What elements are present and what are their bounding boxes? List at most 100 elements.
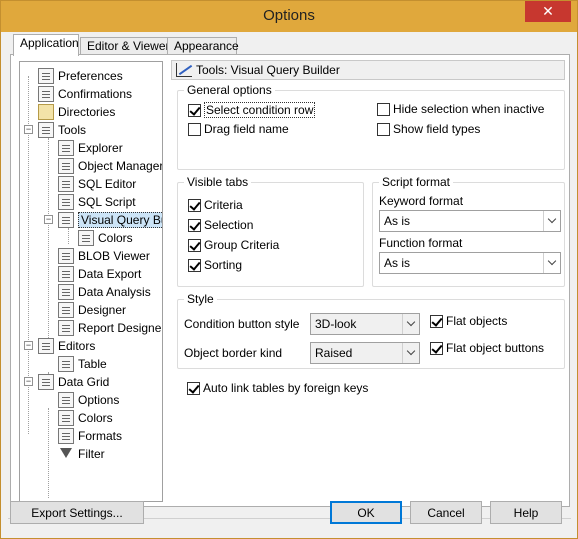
close-button[interactable]: ✕ bbox=[525, 1, 571, 22]
function-format-select[interactable]: As is bbox=[379, 252, 561, 274]
chevron-down-icon bbox=[543, 211, 560, 231]
tree-item-label: Colors bbox=[78, 411, 113, 425]
tree-item-confirmations[interactable]: Confirmations bbox=[38, 85, 132, 103]
tree-item-preferences[interactable]: Preferences bbox=[38, 67, 123, 85]
checkbox-label: Hide selection when inactive bbox=[393, 102, 545, 116]
select-value: As is bbox=[384, 214, 411, 228]
panel-header: Tools: Visual Query Builder bbox=[171, 60, 565, 80]
options-window: Options ✕ Application Editor & Viewers A… bbox=[0, 0, 578, 539]
style-group: Style Condition button style 3D-look Obj… bbox=[177, 292, 565, 369]
tree-item-label: Directories bbox=[58, 105, 116, 119]
condition-button-style-select[interactable]: 3D-look bbox=[310, 313, 420, 335]
checkbox-box bbox=[188, 122, 201, 136]
options-tree[interactable]: Preferences Confirmations Directories − … bbox=[19, 61, 163, 502]
export-settings-button[interactable]: Export Settings... bbox=[10, 501, 144, 524]
checkbox-label: Flat object buttons bbox=[446, 341, 545, 355]
tab-panel: Preferences Confirmations Directories − … bbox=[10, 54, 570, 507]
tree-item-label: Filter bbox=[78, 447, 105, 461]
checkbox-label: Drag field name bbox=[204, 122, 289, 136]
options-icon bbox=[58, 392, 74, 408]
blob-viewer-icon bbox=[58, 248, 74, 264]
tab-application[interactable]: Application bbox=[13, 34, 79, 56]
editors-expander[interactable]: − bbox=[24, 341, 33, 350]
tree-item-formats[interactable]: Formats bbox=[58, 427, 122, 445]
tree-item-grid-colors[interactable]: Colors bbox=[58, 409, 113, 427]
checkbox-box bbox=[430, 341, 443, 355]
script-format-title: Script format bbox=[379, 175, 454, 189]
select-value: 3D-look bbox=[315, 317, 357, 331]
cancel-button[interactable]: Cancel bbox=[410, 501, 482, 524]
help-button[interactable]: Help bbox=[490, 501, 562, 524]
tree-item-label: Visual Query Buil bbox=[78, 212, 162, 228]
checkbox-box bbox=[188, 258, 201, 272]
selection-checkbox[interactable]: Selection bbox=[188, 218, 253, 232]
criteria-checkbox[interactable]: Criteria bbox=[188, 198, 243, 212]
tree-item-tools[interactable]: Tools bbox=[38, 121, 86, 139]
tree-item-label: Tools bbox=[58, 123, 87, 137]
tools-icon bbox=[38, 122, 54, 138]
filter-icon bbox=[58, 446, 74, 462]
ok-button[interactable]: OK bbox=[330, 501, 402, 524]
tree-item-data-analysis[interactable]: Data Analysis bbox=[58, 283, 151, 301]
hide-selection-checkbox[interactable]: Hide selection when inactive bbox=[377, 102, 544, 116]
tree-item-label: Colors bbox=[98, 231, 133, 245]
title-bar: Options ✕ bbox=[1, 1, 577, 32]
sql-script-icon bbox=[58, 194, 74, 210]
sorting-checkbox[interactable]: Sorting bbox=[188, 258, 242, 272]
tree-item-sql-script[interactable]: SQL Script bbox=[58, 193, 136, 211]
script-format-group: Script format Keyword format As is Funct… bbox=[372, 175, 565, 287]
keyword-format-select[interactable]: As is bbox=[379, 210, 561, 232]
auto-link-tables-checkbox[interactable]: Auto link tables by foreign keys bbox=[187, 381, 368, 395]
tab-appearance[interactable]: Appearance bbox=[167, 37, 239, 55]
tree-item-table[interactable]: Table bbox=[58, 355, 107, 373]
checkbox-label: Auto link tables by foreign keys bbox=[203, 381, 369, 395]
checkbox-box bbox=[188, 103, 201, 117]
tab-editor-viewers[interactable]: Editor & Viewers bbox=[80, 37, 175, 55]
tree-item-sql-editor[interactable]: SQL Editor bbox=[58, 175, 136, 193]
drag-field-name-checkbox[interactable]: Drag field name bbox=[188, 122, 289, 136]
select-value: As is bbox=[384, 256, 411, 270]
tree-item-visual-query-builder[interactable]: Visual Query Buil bbox=[58, 211, 162, 229]
tree-item-directories[interactable]: Directories bbox=[38, 103, 115, 121]
show-field-types-checkbox[interactable]: Show field types bbox=[377, 122, 480, 136]
colors-icon bbox=[78, 230, 94, 246]
tools-expander[interactable]: − bbox=[24, 125, 33, 134]
checkbox-box bbox=[188, 218, 201, 232]
tree-item-filter[interactable]: Filter bbox=[58, 445, 105, 463]
preferences-icon bbox=[38, 68, 54, 84]
explorer-icon bbox=[58, 140, 74, 156]
chevron-down-icon bbox=[402, 343, 419, 363]
select-condition-row-checkbox[interactable]: Select condition row bbox=[188, 102, 316, 118]
tree-item-object-manager[interactable]: Object Manager bbox=[58, 157, 163, 175]
tree-item-label: SQL Script bbox=[78, 195, 136, 209]
tree-item-vqb-colors[interactable]: Colors bbox=[78, 229, 133, 247]
grid-colors-icon bbox=[58, 410, 74, 426]
tree-item-label: SQL Editor bbox=[78, 177, 137, 191]
tree-item-label: Object Manager bbox=[78, 159, 163, 173]
table-icon bbox=[58, 356, 74, 372]
group-criteria-checkbox[interactable]: Group Criteria bbox=[188, 238, 279, 252]
checkbox-box bbox=[430, 314, 443, 328]
tree-item-data-grid[interactable]: Data Grid bbox=[38, 373, 109, 391]
data-analysis-icon bbox=[58, 284, 74, 300]
data-grid-expander[interactable]: − bbox=[24, 377, 33, 386]
style-title: Style bbox=[184, 292, 217, 306]
tree-item-label: Data Export bbox=[78, 267, 142, 281]
tree-item-designer[interactable]: Designer bbox=[58, 301, 126, 319]
tree-item-grid-options[interactable]: Options bbox=[58, 391, 119, 409]
vqb-expander[interactable]: − bbox=[44, 215, 53, 224]
tree-item-explorer[interactable]: Explorer bbox=[58, 139, 123, 157]
tree-item-label: Report Designer bbox=[78, 321, 163, 335]
tree-item-blob-viewer[interactable]: BLOB Viewer bbox=[58, 247, 150, 265]
checkbox-box bbox=[377, 102, 390, 116]
data-grid-icon bbox=[38, 374, 54, 390]
object-border-kind-select[interactable]: Raised bbox=[310, 342, 420, 364]
flat-objects-checkbox[interactable]: Flat objects bbox=[430, 314, 507, 328]
flat-object-buttons-checkbox[interactable]: Flat object buttons bbox=[430, 341, 544, 355]
checkbox-label: Show field types bbox=[393, 122, 481, 136]
tree-item-report-designer[interactable]: Report Designer bbox=[58, 319, 163, 337]
checkbox-box bbox=[188, 198, 201, 212]
tree-item-data-export[interactable]: Data Export bbox=[58, 265, 141, 283]
tree-item-editors[interactable]: Editors bbox=[38, 337, 95, 355]
checkbox-box bbox=[377, 122, 390, 136]
